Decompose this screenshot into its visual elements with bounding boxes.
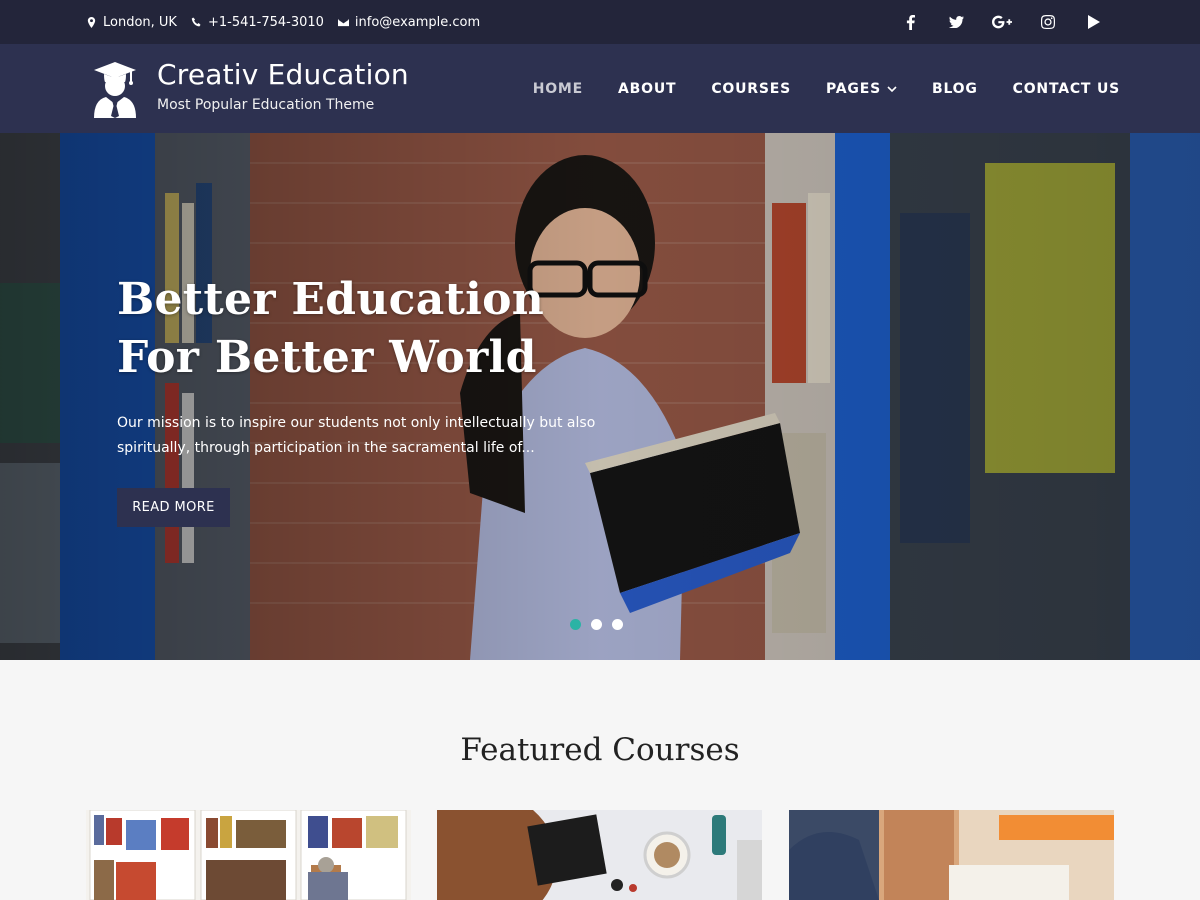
- nav-blog[interactable]: BLOG: [932, 81, 978, 97]
- top-bar: London, UK +1-541-754-3010 info@example.…: [0, 0, 1200, 44]
- site-title[interactable]: Creativ Education: [157, 58, 409, 91]
- location-item: London, UK: [86, 15, 177, 30]
- nav-home[interactable]: HOME: [533, 81, 583, 97]
- phone-item[interactable]: +1-541-754-3010: [191, 15, 324, 30]
- course-card-image-2[interactable]: [437, 810, 762, 900]
- phone-text[interactable]: +1-541-754-3010: [208, 15, 324, 30]
- youtube-play-icon[interactable]: [1084, 12, 1104, 32]
- chevron-down-icon: [887, 85, 897, 92]
- brand: Creativ Education Most Popular Education…: [157, 58, 409, 113]
- instagram-icon[interactable]: [1038, 12, 1058, 32]
- section-title: Featured Courses: [460, 732, 740, 768]
- slider-dot-2[interactable]: [591, 619, 602, 630]
- nav-pages-label: PAGES: [826, 80, 881, 97]
- facebook-icon[interactable]: [900, 12, 920, 32]
- location-text: London, UK: [103, 14, 177, 30]
- slider-dots: [570, 619, 623, 630]
- twitter-icon[interactable]: [946, 12, 966, 32]
- hero-description: Our mission is to inspire our students n…: [117, 415, 596, 456]
- envelope-icon: [337, 18, 349, 26]
- email-item[interactable]: info@example.com: [337, 15, 480, 30]
- read-more-button[interactable]: READ MORE: [117, 488, 230, 527]
- site-tagline: Most Popular Education Theme: [157, 97, 375, 113]
- phone-icon: [191, 17, 201, 26]
- nav-about[interactable]: ABOUT: [618, 81, 676, 97]
- hero-slider: Better Education For Better World Our mi…: [0, 133, 1200, 660]
- nav-pages[interactable]: PAGES: [826, 81, 897, 97]
- nav-courses[interactable]: COURSES: [711, 81, 791, 97]
- email-text[interactable]: info@example.com: [355, 15, 480, 30]
- featured-courses-section: Featured Courses: [0, 660, 1200, 900]
- nav-contact[interactable]: CONTACT US: [1013, 81, 1120, 97]
- map-marker-icon: [87, 16, 96, 28]
- course-card-image-3[interactable]: [789, 810, 1114, 900]
- slider-dot-3[interactable]: [612, 619, 623, 630]
- hero-photo: [0, 133, 1200, 660]
- graduate-logo-icon[interactable]: [92, 60, 138, 118]
- main-nav: HOME ABOUT COURSES PAGES BLOG CONTACT US: [533, 44, 1120, 133]
- contact-info: London, UK +1-541-754-3010 info@example.…: [86, 0, 480, 44]
- google-plus-icon[interactable]: [992, 12, 1012, 32]
- hero-headline: Better Education For Better World: [117, 274, 545, 383]
- social-links: [900, 0, 1104, 44]
- course-card-image-1[interactable]: [86, 810, 411, 900]
- slider-dot-1[interactable]: [570, 619, 581, 630]
- site-header: Creativ Education Most Popular Education…: [0, 44, 1200, 133]
